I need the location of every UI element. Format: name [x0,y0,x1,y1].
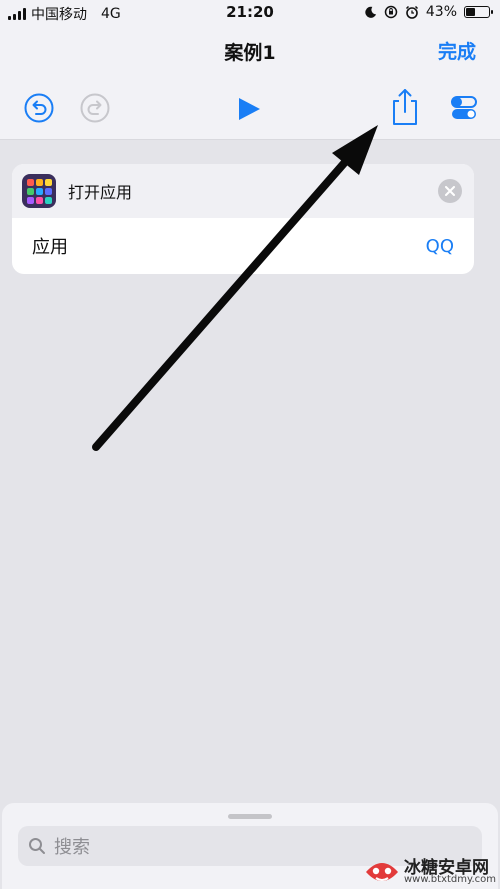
annotation-arrow [92,125,378,451]
watermark-url: www.btxtdmy.com [404,874,497,885]
watermark-logo [366,863,398,881]
search-icon [29,838,45,854]
sheet-grabber[interactable] [228,814,272,819]
watermark: 冰糖安卓网 www.btxtdmy.com [362,852,500,889]
arrow-shaft [92,157,350,451]
search-placeholder: 搜索 [54,837,90,858]
